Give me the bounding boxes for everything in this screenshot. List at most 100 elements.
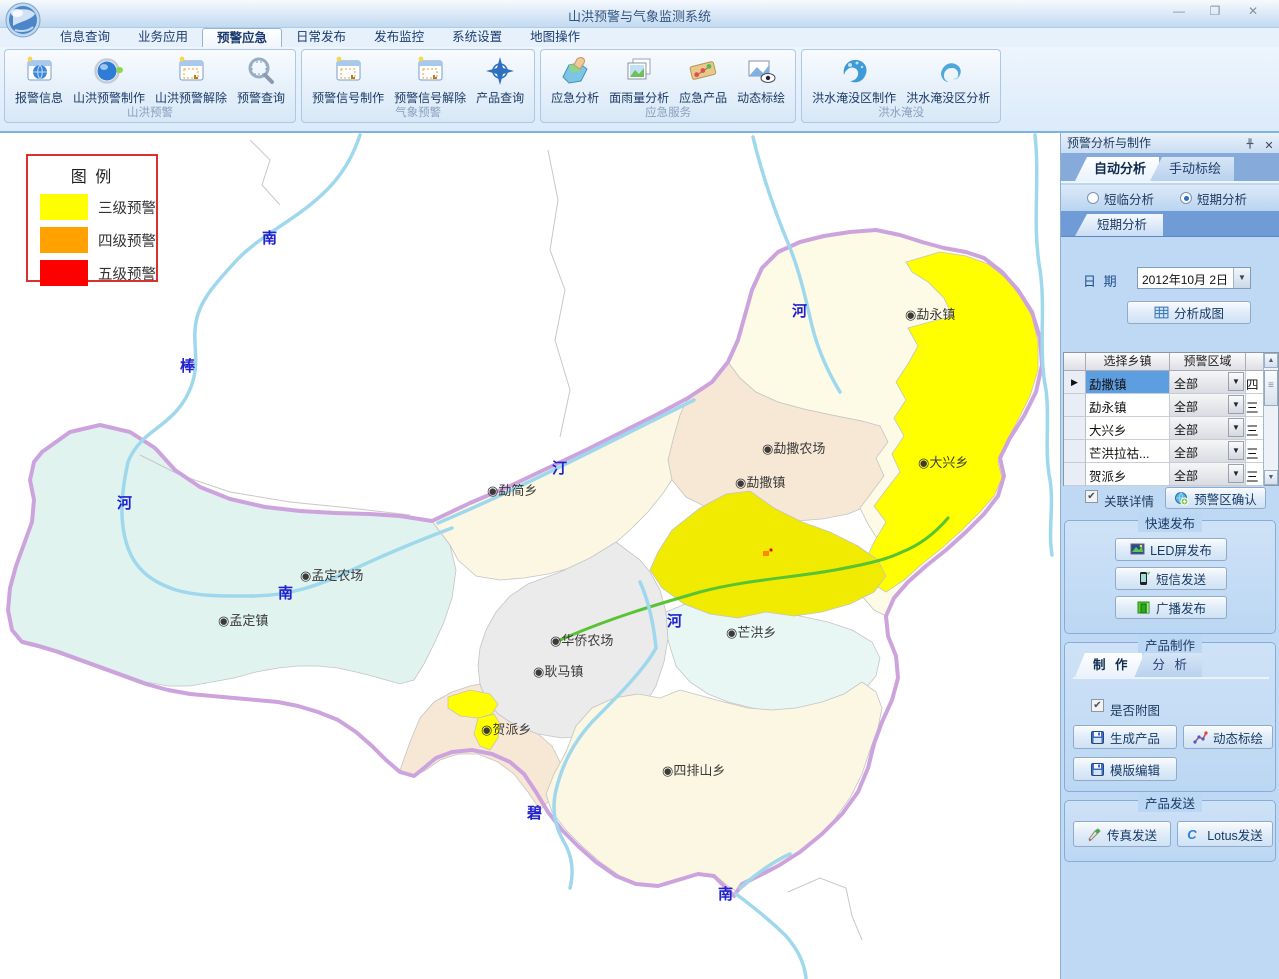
panel-body: 日 期 2012年10月 2日 ▼ 分析成图 选择乡镇预警区域 ▶勐撒镇全部▼四… — [1061, 237, 1279, 979]
flood-zone-make-button[interactable]: 洪水淹没区制作 — [807, 52, 901, 106]
region-dropdown-2[interactable]: 全部▼ — [1170, 417, 1246, 440]
town-label-10[interactable]: ◉贺派乡 — [481, 722, 531, 737]
flood-zone-analysis-button[interactable]: 洪水淹没区分析 — [901, 52, 995, 106]
product-make-tabs: 制 作分 析 — [1073, 653, 1269, 679]
date-dropdown-arrow-icon[interactable]: ▼ — [1233, 268, 1250, 288]
table-row-2[interactable]: 大兴乡全部▼三 — [1064, 417, 1278, 440]
analyze-map-button[interactable]: 分析成图 — [1127, 301, 1251, 324]
attach-image-checkbox[interactable]: ✔ — [1091, 699, 1104, 712]
scroll-thumb[interactable] — [1264, 370, 1278, 406]
menu-tab-2[interactable]: 预警应急 — [202, 28, 282, 47]
menu-tab-0[interactable]: 信息查询 — [46, 28, 124, 47]
region-mengding[interactable] — [8, 425, 456, 686]
river-label-7: 碧 — [526, 804, 542, 822]
town-cell-1[interactable]: 勐永镇 — [1086, 394, 1170, 417]
menu-tab-5[interactable]: 系统设置 — [438, 28, 516, 47]
close-button[interactable]: ✕ — [1239, 4, 1267, 22]
region-dropdown-4[interactable]: 全部▼ — [1170, 463, 1246, 486]
town-label-5[interactable]: ◉孟定农场 — [300, 568, 363, 583]
dropdown-arrow-icon[interactable]: ▼ — [1228, 418, 1244, 437]
town-label-11[interactable]: ◉四排山乡 — [662, 763, 725, 778]
sms-send-button[interactable]: 短信发送 — [1115, 567, 1227, 590]
table-row-4[interactable]: 贺派乡全部▼三 — [1064, 463, 1278, 486]
flood-make-button[interactable]: 山洪预警制作 — [68, 52, 150, 106]
rain-analysis-button[interactable]: 面雨量分析 — [604, 52, 674, 106]
menu-tab-1[interactable]: 业务应用 — [124, 28, 202, 47]
tab-analysis[interactable]: 分 析 — [1134, 653, 1201, 677]
town-label-7[interactable]: ◉华侨农场 — [550, 633, 613, 648]
dropdown-arrow-icon[interactable]: ▼ — [1228, 372, 1244, 391]
scroll-down-icon[interactable]: ▼ — [1264, 470, 1278, 485]
radio-nowcast-analysis[interactable]: 短临分析 — [1087, 189, 1154, 208]
led-publish-button[interactable]: LED屏发布 — [1115, 538, 1227, 561]
ribbon-group-caption: 应急服务 — [541, 106, 795, 122]
dynamic-plot-button[interactable]: 动态标绘 — [1183, 725, 1273, 749]
flood-clear-button[interactable]: 山洪预警解除 — [150, 52, 232, 106]
table-row-1[interactable]: 勐永镇全部▼三 — [1064, 394, 1278, 417]
scroll-up-icon[interactable]: ▲ — [1264, 353, 1278, 368]
dropdown-arrow-icon[interactable]: ▼ — [1228, 464, 1244, 483]
row-selector-2[interactable] — [1064, 417, 1086, 440]
signal-clear-button[interactable]: 预警信号解除 — [389, 52, 471, 106]
menu-tab-4[interactable]: 发布监控 — [360, 28, 438, 47]
tab-auto-analysis[interactable]: 自动分析 — [1075, 157, 1159, 181]
region-dropdown-0[interactable]: 全部▼ — [1170, 371, 1246, 394]
emer-product-button[interactable]: 应急产品 — [674, 52, 732, 106]
town-label-9[interactable]: ◉耿马镇 — [533, 664, 583, 679]
ribbon-item-label: 预警信号解除 — [394, 90, 466, 106]
dropdown-arrow-icon[interactable]: ▼ — [1228, 395, 1244, 414]
row-selector-0[interactable]: ▶ — [1064, 371, 1086, 394]
town-label-8[interactable]: ◉芒洪乡 — [726, 625, 776, 640]
town-label-6[interactable]: ◉孟定镇 — [218, 613, 268, 628]
row-selector-1[interactable] — [1064, 394, 1086, 417]
region-dropdown-3[interactable]: 全部▼ — [1170, 440, 1246, 463]
town-cell-4[interactable]: 贺派乡 — [1086, 463, 1170, 486]
template-edit-button[interactable]: 模版编辑 — [1073, 757, 1177, 781]
maximize-button[interactable]: ❐ — [1201, 4, 1229, 22]
warn-query-icon — [244, 52, 278, 90]
link-detail-checkbox[interactable]: ✔ — [1085, 490, 1098, 503]
emer-analysis-button[interactable]: 应急分析 — [546, 52, 604, 106]
broadcast-publish-button[interactable]: 广播发布 — [1115, 596, 1227, 619]
window-title: 山洪预警与气象监测系统 — [0, 6, 1279, 25]
alarm-info-button[interactable]: 报警信息 — [10, 52, 68, 106]
menu-tab-3[interactable]: 日常发布 — [282, 28, 360, 47]
map-canvas[interactable]: ◉勐永镇 ◉勐撒农场 ◉大兴乡 ◉勐撒镇 ◉勐简乡 ◉孟定农场 ◉孟定镇 ◉华侨农场 ◉芒洪乡 ◉… — [0, 133, 1060, 979]
panel-close-icon[interactable]: ✕ — [1261, 136, 1277, 150]
region-dropdown-1[interactable]: 全部▼ — [1170, 394, 1246, 417]
ribbon-toolbar: 报警信息山洪预警制作山洪预警解除预警查询山洪预警预警信号制作预警信号解除产品查询… — [0, 47, 1279, 133]
row-selector-3[interactable] — [1064, 440, 1086, 463]
level-cell-2: 三 — [1246, 417, 1264, 440]
date-dropdown[interactable]: 2012年10月 2日 ▼ — [1137, 267, 1251, 289]
confirm-warning-area-button[interactable]: 预警区确认 — [1165, 487, 1266, 509]
table-row-0[interactable]: ▶勐撒镇全部▼四 — [1064, 371, 1278, 394]
town-label-0[interactable]: ◉勐永镇 — [905, 307, 955, 322]
menu-tab-6[interactable]: 地图操作 — [516, 28, 594, 47]
town-label-1[interactable]: ◉勐撒农场 — [762, 441, 825, 456]
tab-manual-plot[interactable]: 手动标绘 — [1150, 157, 1234, 181]
table-header-selector — [1064, 353, 1086, 371]
generate-product-button[interactable]: 生成产品 — [1073, 725, 1177, 749]
signal-make-button[interactable]: 预警信号制作 — [307, 52, 389, 106]
warn-query-button[interactable]: 预警查询 — [232, 52, 290, 106]
dropdown-arrow-icon[interactable]: ▼ — [1228, 441, 1244, 460]
minimize-button[interactable]: — — [1165, 4, 1193, 22]
table-scrollbar[interactable]: ▲ ▼ — [1263, 353, 1278, 485]
lotus-send-button[interactable]: CLotus发送 — [1177, 821, 1273, 847]
product-query-button[interactable]: 产品查询 — [471, 52, 529, 106]
tab-short-term-analysis[interactable]: 短期分析 — [1075, 214, 1163, 236]
town-label-3[interactable]: ◉勐撒镇 — [735, 475, 785, 490]
radio-shortterm-analysis[interactable]: 短期分析 — [1180, 189, 1247, 208]
town-cell-0[interactable]: 勐撒镇 — [1086, 371, 1170, 394]
dyn-plot-button[interactable]: 动态标绘 — [732, 52, 790, 106]
pin-icon[interactable] — [1242, 136, 1258, 150]
town-cell-3[interactable]: 芒洪拉祜... — [1086, 440, 1170, 463]
fax-send-button[interactable]: 传真发送 — [1073, 821, 1171, 847]
town-label-2[interactable]: ◉大兴乡 — [918, 455, 968, 470]
town-cell-2[interactable]: 大兴乡 — [1086, 417, 1170, 440]
table-row-3[interactable]: 芒洪拉祜...全部▼三 — [1064, 440, 1278, 463]
row-selector-4[interactable] — [1064, 463, 1086, 486]
town-label-4[interactable]: ◉勐简乡 — [487, 483, 537, 498]
tab-make[interactable]: 制 作 — [1075, 653, 1142, 677]
led-publish-button-label: LED屏发布 — [1150, 540, 1212, 559]
